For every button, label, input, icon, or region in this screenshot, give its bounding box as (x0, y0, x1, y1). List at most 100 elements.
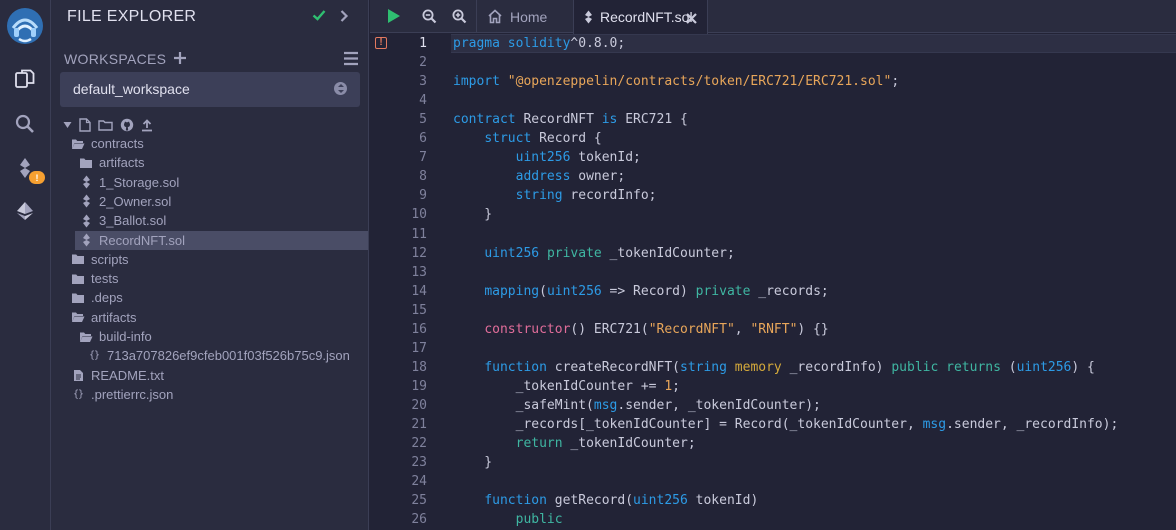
github-icon[interactable] (120, 118, 134, 132)
code-line: contract RecordNFT is ERC721 { (453, 112, 688, 128)
upload-icon[interactable] (141, 118, 153, 132)
line-number: 2 (419, 55, 427, 71)
file-tree-item-label: contracts (91, 136, 144, 151)
file-tree-item[interactable]: 1_Storage.sol (79, 173, 179, 192)
line-number: 17 (411, 340, 427, 356)
code-line: address owner; (515, 169, 626, 185)
file-tree-item[interactable]: .deps (71, 288, 123, 307)
run-play-icon[interactable] (387, 8, 401, 29)
line-number: 18 (411, 359, 427, 375)
file-tree-toolbar (63, 117, 153, 133)
file-tree-item-label: artifacts (91, 309, 137, 325)
file-tree-item[interactable]: artifacts (79, 153, 145, 172)
file-tree-item[interactable]: scripts (71, 250, 129, 269)
folder-open-icon (71, 310, 85, 324)
tab-file-label: RecordNFT.sol (600, 9, 693, 25)
code-line: import "@openzeppelin/contracts/token/ER… (453, 74, 900, 90)
code-line: _records[_tokenIdCounter] = Record(_toke… (453, 417, 1119, 432)
check-icon[interactable] (312, 8, 326, 27)
code-line: function getRecord(uint256 tokenId) (484, 493, 759, 509)
create-workspace-plus-icon[interactable] (172, 50, 188, 71)
line-number: 11 (411, 226, 427, 242)
line-number: 22 (411, 436, 427, 452)
code-line: _tokenIdCounter += 1; (453, 378, 680, 394)
code-line: return _tokenIdCounter; (515, 436, 696, 452)
tab-home[interactable]: Home (476, 0, 572, 33)
line-number: 12 (411, 245, 427, 261)
tab-recordnft-sol[interactable]: RecordNFT.sol (573, 0, 708, 34)
line-number: 16 (411, 321, 427, 337)
line-number: 20 (411, 397, 427, 413)
json-file-icon: {} (72, 388, 84, 400)
line-number: 1 (419, 36, 427, 51)
file-tree-item-label: .prettierrc.json (91, 386, 174, 402)
line-number: 15 (411, 302, 427, 318)
line-number: 10 (411, 207, 427, 223)
code-line: string recordInfo; (515, 188, 657, 204)
code-line: uint256 private _tokenIdCounter; (484, 245, 735, 261)
workspace-menu-icon[interactable] (343, 51, 359, 71)
code-line: function createRecordNFT(string memory _… (484, 359, 1095, 375)
folder-icon (79, 156, 93, 170)
file-tree-item[interactable]: build-info (79, 327, 152, 346)
file-tree-item[interactable]: README.txt (71, 366, 164, 385)
line-number: 14 (411, 283, 427, 299)
line-number: 24 (411, 474, 427, 490)
file-explorer-icon[interactable] (13, 67, 37, 91)
code-line: } (453, 207, 493, 223)
file-tree-item-label: README.txt (91, 367, 164, 383)
file-tree-item-label: 2_Owner.sol (99, 193, 172, 209)
workspace-select[interactable]: default_workspace (60, 72, 360, 107)
folder-icon (71, 291, 85, 305)
code-line: uint256 tokenId; (515, 150, 641, 166)
line-number: 19 (411, 378, 427, 394)
file-tree-item-label: RecordNFT.sol (99, 232, 185, 248)
file-tree-item[interactable]: {} 713a707826ef9cfeb001f03f526b75c9.json (87, 346, 350, 365)
solidity-file-icon (79, 214, 93, 228)
code-line: pragma solidity^0.8.0; (453, 36, 626, 51)
file-tree-item-label: tests (91, 271, 119, 287)
line-number: 26 (411, 512, 427, 528)
file-tree-item[interactable]: {} .prettierrc.json (71, 385, 173, 404)
deploy-run-icon[interactable] (13, 199, 37, 223)
workspace-selected-value: default_workspace (73, 81, 190, 97)
editor-tab-bar: Home RecordNFT.sol (370, 0, 1176, 34)
file-tree-item[interactable]: contracts (71, 134, 144, 153)
new-folder-icon[interactable] (98, 119, 113, 131)
caret-down-icon[interactable] (63, 121, 72, 129)
file-tree-item[interactable]: RecordNFT.sol (75, 230, 368, 250)
zoom-out-icon[interactable] (422, 9, 437, 29)
search-icon[interactable] (13, 112, 37, 136)
file-tree-item[interactable]: 2_Owner.sol (79, 192, 171, 211)
file-tree-item-label: 1_Storage.sol (99, 174, 180, 190)
line-number: 3 (419, 74, 427, 90)
file-tree-item-label: 713a707826ef9cfeb001f03f526b75c9.json (107, 348, 350, 364)
close-icon[interactable] (686, 11, 697, 27)
line-number: 13 (411, 264, 427, 280)
new-file-icon[interactable] (79, 118, 91, 132)
file-tree-item[interactable]: tests (71, 269, 118, 288)
icon-rail: ! (0, 0, 51, 530)
code-line: public (515, 512, 563, 528)
tab-home-label: Home (510, 8, 548, 25)
chevron-right-icon[interactable] (339, 9, 349, 28)
json-file-icon: {} (88, 350, 100, 362)
folder-icon (71, 252, 85, 266)
file-tree-item-label: .deps (91, 290, 123, 306)
line-number: 5 (419, 112, 427, 128)
compiler-warning-badge: ! (29, 171, 45, 184)
line-number: 25 (411, 493, 427, 509)
file-tree-item[interactable]: artifacts (71, 308, 137, 327)
code-editor[interactable]: ! 1 pragma solidity^0.8.0; 2 3 import "@open… (370, 34, 1176, 530)
file-tree-item[interactable]: 3_Ballot.sol (79, 211, 166, 230)
remix-logo-icon[interactable] (5, 6, 45, 46)
folder-icon (71, 272, 85, 286)
solidity-file-icon (79, 233, 93, 247)
file-tree-item-label: scripts (91, 251, 129, 267)
panel-title: FILE EXPLORER (67, 8, 197, 25)
code-line: _safeMint(msg.sender, _tokenIdCounter); (453, 397, 821, 413)
line-number: 6 (419, 131, 427, 147)
line-number: 9 (419, 188, 427, 204)
zoom-in-icon[interactable] (452, 9, 467, 29)
line-number: 8 (419, 169, 427, 185)
